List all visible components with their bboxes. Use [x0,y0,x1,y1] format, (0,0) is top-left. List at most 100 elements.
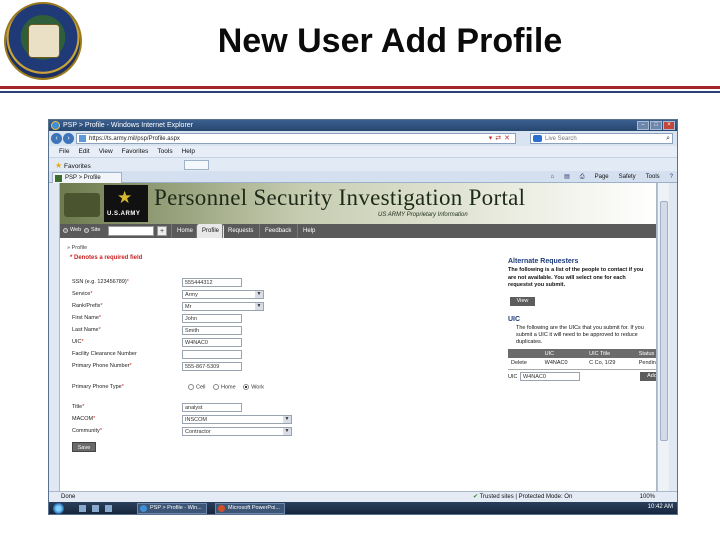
refresh-stop-icon[interactable]: ▾⇄✕ [489,134,513,144]
help-icon[interactable]: ? [670,172,673,182]
search-input[interactable]: Live Search ⌕ [530,133,673,144]
uic-col-uic: UIC [541,349,587,358]
ie-icon [51,121,60,130]
quick-launch-icon[interactable] [79,505,86,512]
page-icon [79,135,86,142]
community-label: Community* [72,428,102,434]
facility-clearance-label: Facility Clearance Number [72,351,137,357]
close-icon[interactable]: × [663,121,675,130]
nav-home[interactable]: Home [171,224,198,238]
quick-launch-icon[interactable] [105,505,112,512]
uic-field[interactable]: W4NAC0 [182,338,242,347]
back-icon[interactable]: ‹ [51,133,62,144]
search-icon[interactable]: ⌕ [666,134,670,144]
service-select[interactable]: Army ▼ [182,290,264,299]
nav-profile[interactable]: Profile [196,224,225,238]
menu-edit[interactable]: Edit [78,146,89,157]
window-controls: – □ × [637,121,675,130]
phone-type-cell-radio[interactable] [188,384,194,390]
view-button[interactable]: View [510,297,535,306]
nav-help[interactable]: Help [297,224,320,238]
vertical-scrollbar[interactable] [657,183,669,491]
taskbar-powerpoint-button[interactable]: Microsoft PowerPoi... [215,503,285,514]
ssn-label: SSN (e.g. 123456789)* [72,279,129,285]
ssn-field[interactable]: 555444312 [182,278,242,287]
macom-select[interactable]: INSCOM ▼ [182,415,292,424]
save-button[interactable]: Save [72,442,96,452]
page-menu[interactable]: Page [595,172,609,182]
phone-type-work-radio[interactable] [243,384,250,390]
uic-status-cell: Pending [635,358,656,370]
nav-requests[interactable]: Requests [222,224,258,238]
uic-table: UIC UIC Title Status Delete W4NAC0 C Co,… [508,349,656,370]
radio-web[interactable] [63,228,68,233]
uic-col-title: UIC Title [586,349,636,358]
address-field[interactable]: https://ts.army.mil/psp/Profile.aspx ▾⇄✕ [76,133,516,144]
menu-file[interactable]: File [59,146,69,157]
maximize-icon[interactable]: □ [650,121,662,130]
portal-banner: ★ U.S.ARMY Personnel Security Investigat… [60,183,656,224]
us-army-logo[interactable]: ★ U.S.ARMY [104,185,148,222]
uic-section-text: The following are the UICs that you subm… [516,325,644,345]
chevron-down-icon: ▼ [255,291,263,298]
uic-table-header: UIC UIC Title Status [508,349,656,358]
safety-menu[interactable]: Safety [619,172,636,182]
nav-feedback[interactable]: Feedback [259,224,296,238]
portal-subtitle: US ARMY Proprietary Information [378,212,468,218]
menu-favorites[interactable]: Favorites [122,146,149,157]
rank-select[interactable]: Mr ▼ [182,302,264,311]
required-note: * Denotes a required field [70,255,143,261]
facility-clearance-field[interactable] [182,350,242,359]
forward-icon[interactable]: › [63,133,74,144]
alternate-requesters-title: Alternate Requesters [508,258,579,265]
portal-search-input[interactable] [108,226,154,236]
portal-search-button[interactable]: + [157,226,167,236]
uic-section-title: UIC [508,316,521,323]
taskbar: PSP > Profile - Win... Microsoft PowerPo… [49,502,677,514]
phone-number-field[interactable]: 555-867-5309 [182,362,242,371]
uic-col-action [508,349,542,358]
community-select[interactable]: Contractor ▼ [182,427,292,436]
quick-launch [79,505,112,512]
tools-menu[interactable]: Tools [646,172,660,182]
add-uic-button[interactable]: Add [640,372,656,381]
system-clock: 10:42 AM [647,504,673,510]
feeds-icon[interactable]: ▤ [564,172,570,182]
army-logo-text: U.S.ARMY [107,211,141,217]
phone-type-label: Primary Phone Type* [72,384,124,390]
scrollbar-thumb[interactable] [660,201,668,441]
radio-site[interactable] [84,228,89,233]
breadcrumb[interactable]: » Profile [67,245,87,251]
title-field[interactable]: analyst [182,403,242,412]
uic-title-cell: C Co, 1/29 [586,358,636,370]
uic-add-label: UIC [508,374,518,380]
print-icon[interactable]: ⎙ [580,172,585,182]
web-page: ★ U.S.ARMY Personnel Security Investigat… [59,183,657,491]
phone-type-home-radio[interactable] [213,384,220,390]
header-rule-blue [0,91,720,93]
chevron-down-icon: ▼ [255,303,263,310]
uic-add-field[interactable]: W4NAC0 [520,372,580,381]
favorites-button[interactable]: ★ Favorites [55,161,91,170]
service-label: Service* [72,291,93,297]
add-favorites-button[interactable] [184,160,209,170]
address-bar-row: ‹ › https://ts.army.mil/psp/Profile.aspx… [49,131,677,146]
security-zone[interactable]: ✔ Trusted sites | Protected Mode: On [473,492,572,502]
zoom-level[interactable]: 100% [640,492,655,502]
last-name-field[interactable]: Smith [182,326,242,335]
menu-tools[interactable]: Tools [157,146,172,157]
ie-icon [140,505,147,512]
quick-launch-icon[interactable] [92,505,99,512]
home-icon[interactable]: ⌂ [551,172,555,182]
first-name-field[interactable]: John [182,314,242,323]
favorites-label: Favorites [63,163,91,170]
address-url: https://ts.army.mil/psp/Profile.aspx [89,136,180,142]
menu-view[interactable]: View [99,146,113,157]
taskbar-ie-button[interactable]: PSP > Profile - Win... [137,503,207,514]
menu-help[interactable]: Help [182,146,195,157]
menu-bar: File Edit View Favorites Tools Help [49,146,677,157]
tab-psp-profile[interactable]: PSP > Profile [52,172,122,183]
delete-link[interactable]: Delete [508,358,542,370]
minimize-icon[interactable]: – [637,121,649,130]
start-button[interactable] [53,503,64,514]
